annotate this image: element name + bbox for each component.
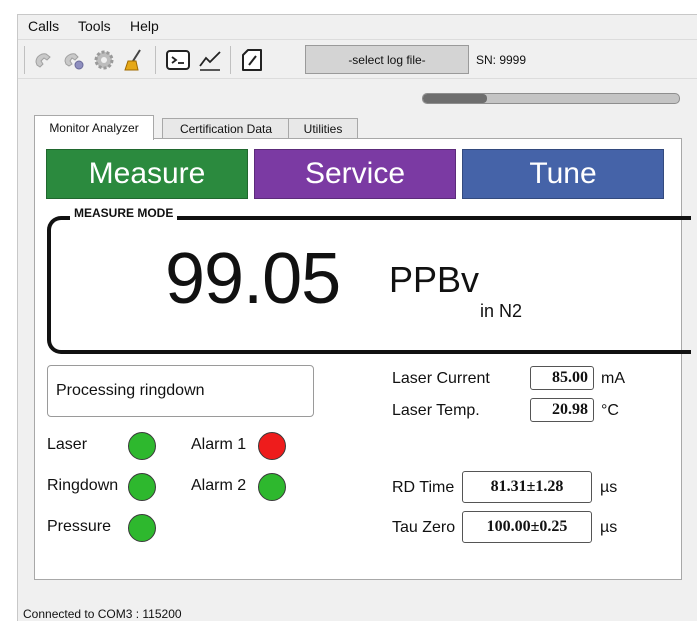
laser-temp-unit: °C (601, 402, 619, 419)
main-window: Calls Tools Help -select log file- SN: 9… (17, 14, 697, 621)
toolbar: -select log file- SN: 9999 (18, 39, 697, 79)
menu-tools[interactable]: Tools (78, 18, 111, 34)
indicator-label-laser: Laser (47, 436, 88, 453)
progress-fill (423, 94, 487, 103)
indicator-label-alarm-1: Alarm 1 (191, 436, 247, 453)
serial-number: SN: 9999 (476, 53, 527, 67)
progress-bar (422, 93, 680, 104)
laser-status-led (128, 432, 156, 460)
rd-time-unit: µs (600, 479, 618, 496)
measurement-display (47, 216, 691, 354)
terminal-icon[interactable] (166, 48, 190, 72)
alarm-2-status-led (258, 473, 286, 501)
menu-calls[interactable]: Calls (28, 18, 59, 34)
tab-certification-data[interactable]: Certification Data (162, 118, 290, 139)
measurement-value: 99.05 (165, 239, 341, 319)
select-log-file-button[interactable]: -select log file- (305, 45, 469, 74)
ringdown-status-led (128, 473, 156, 501)
chart-line-icon[interactable] (198, 48, 222, 72)
indicator-label-alarm-2: Alarm 2 (191, 477, 247, 494)
indicator-label-ringdown: Ringdown (47, 477, 119, 494)
menu-help[interactable]: Help (130, 18, 159, 34)
measure-button[interactable]: Measure (46, 149, 248, 199)
phone-disabled-icon[interactable] (32, 48, 56, 72)
indicator-label-pressure: Pressure (47, 518, 112, 535)
mode-label: MEASURE MODE (70, 206, 178, 220)
tab-utilities[interactable]: Utilities (288, 118, 358, 139)
tune-button[interactable]: Tune (462, 149, 664, 199)
tau-zero-value: 100.00±0.25 (462, 511, 592, 543)
pressure-status-led (128, 514, 156, 542)
laser-current-label: Laser Current (392, 370, 490, 387)
phone-settings-icon[interactable] (62, 48, 86, 72)
laser-temp-value: 20.98 (530, 398, 594, 422)
toolbar-separator (155, 46, 156, 74)
laser-temp-label: Laser Temp. (392, 402, 480, 419)
toolbar-separator (230, 46, 231, 74)
edit-note-icon[interactable] (240, 48, 264, 72)
measurement-unit-sub: in N2 (480, 301, 523, 321)
measurement-unit: PPBv (389, 259, 480, 300)
rd-time-label: RD Time (392, 479, 455, 496)
laser-current-value: 85.00 (530, 366, 594, 390)
alarm-1-status-led (258, 432, 286, 460)
tau-zero-label: Tau Zero (392, 519, 456, 536)
menu-bar: Calls Tools Help (18, 15, 697, 37)
service-button[interactable]: Service (254, 149, 456, 199)
tab-monitor-analyzer[interactable]: Monitor Analyzer (34, 115, 154, 140)
monitor-analyzer-panel: Measure Service Tune MEASURE MODE 99.05 … (34, 138, 691, 580)
gear-icon[interactable] (92, 48, 116, 72)
rd-time-value: 81.31±1.28 (462, 471, 592, 503)
broom-icon[interactable] (122, 48, 146, 72)
toolbar-separator (24, 46, 25, 74)
tau-zero-unit: µs (600, 519, 618, 536)
connection-status: Connected to COM3 : 115200 (23, 607, 182, 621)
status-message: Processing ringdown (47, 365, 314, 417)
laser-current-unit: mA (601, 370, 625, 387)
